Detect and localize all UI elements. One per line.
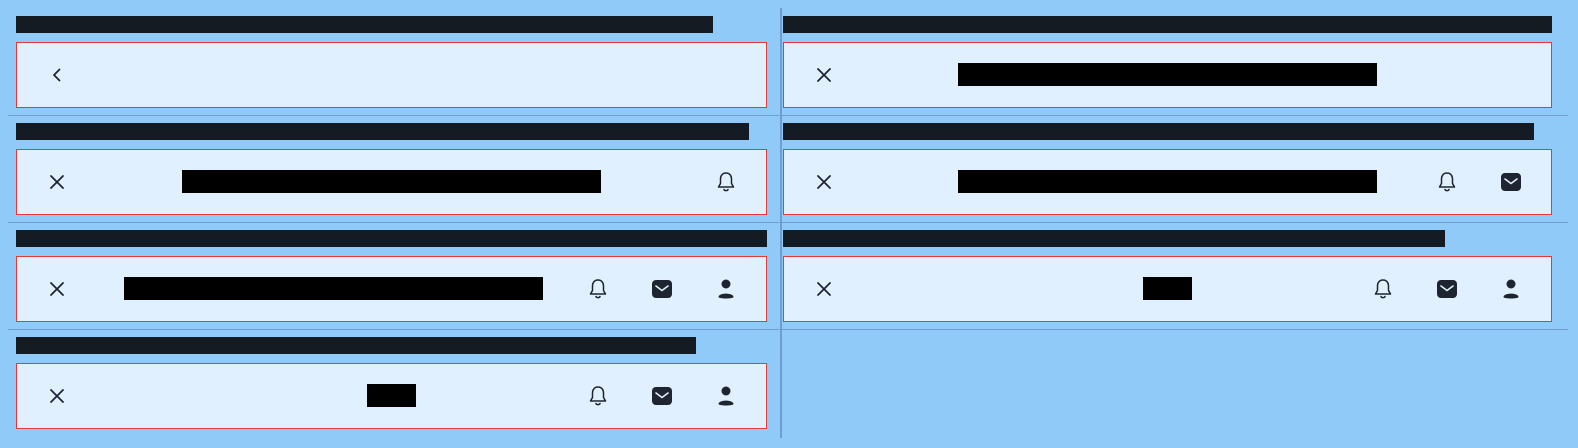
- navbar-title: [1143, 277, 1192, 300]
- navbar: [16, 363, 767, 429]
- bell-icon: [1438, 172, 1456, 192]
- profile-button[interactable]: [712, 382, 740, 410]
- navbar-title: [367, 384, 416, 407]
- close-button[interactable]: [810, 61, 838, 89]
- navbar: [783, 149, 1552, 215]
- messages-button[interactable]: [1433, 275, 1461, 303]
- back-button[interactable]: [43, 61, 71, 89]
- messages-button[interactable]: [648, 382, 676, 410]
- variant-caption: [16, 337, 696, 354]
- navbar-title: [958, 63, 1377, 86]
- bell-icon: [717, 172, 735, 192]
- person-icon: [1503, 279, 1519, 299]
- mail-icon: [652, 280, 672, 298]
- navbar: [16, 42, 767, 108]
- profile-button[interactable]: [712, 275, 740, 303]
- notifications-button[interactable]: [584, 275, 612, 303]
- grid-divider-row-2: [8, 222, 1568, 223]
- messages-button[interactable]: [1497, 168, 1525, 196]
- navbar-title: [124, 277, 543, 300]
- close-icon: [817, 282, 831, 296]
- chevron-left-icon: [53, 68, 61, 82]
- close-icon: [817, 68, 831, 82]
- close-button[interactable]: [810, 168, 838, 196]
- notifications-button[interactable]: [712, 168, 740, 196]
- grid-divider-row-1: [8, 115, 1568, 116]
- close-icon: [50, 389, 64, 403]
- variant-caption: [783, 123, 1534, 140]
- close-button[interactable]: [43, 168, 71, 196]
- variant-caption: [16, 16, 713, 33]
- mail-icon: [652, 387, 672, 405]
- person-icon: [718, 279, 734, 299]
- notifications-button[interactable]: [1433, 168, 1461, 196]
- navbar: [783, 42, 1552, 108]
- bell-icon: [1374, 279, 1392, 299]
- variant-caption: [16, 123, 749, 140]
- grid-divider-row-3: [8, 329, 1568, 330]
- notifications-button[interactable]: [584, 382, 612, 410]
- mail-icon: [1501, 173, 1521, 191]
- close-button[interactable]: [43, 382, 71, 410]
- variant-caption: [783, 230, 1445, 247]
- navbar-title: [958, 170, 1377, 193]
- notifications-button[interactable]: [1369, 275, 1397, 303]
- navbar: [16, 256, 767, 322]
- close-button[interactable]: [43, 275, 71, 303]
- person-icon: [718, 386, 734, 406]
- bell-icon: [589, 279, 607, 299]
- variant-caption: [783, 16, 1552, 33]
- messages-button[interactable]: [648, 275, 676, 303]
- navbar: [16, 149, 767, 215]
- close-icon: [817, 175, 831, 189]
- close-icon: [50, 282, 64, 296]
- bell-icon: [589, 386, 607, 406]
- variant-grid: [8, 8, 1568, 440]
- close-button[interactable]: [810, 275, 838, 303]
- navbar-title: [182, 170, 601, 193]
- mail-icon: [1437, 280, 1457, 298]
- variant-caption: [16, 230, 767, 247]
- navbar: [783, 256, 1552, 322]
- profile-button[interactable]: [1497, 275, 1525, 303]
- close-icon: [50, 175, 64, 189]
- grid-divider-vertical: [780, 8, 782, 438]
